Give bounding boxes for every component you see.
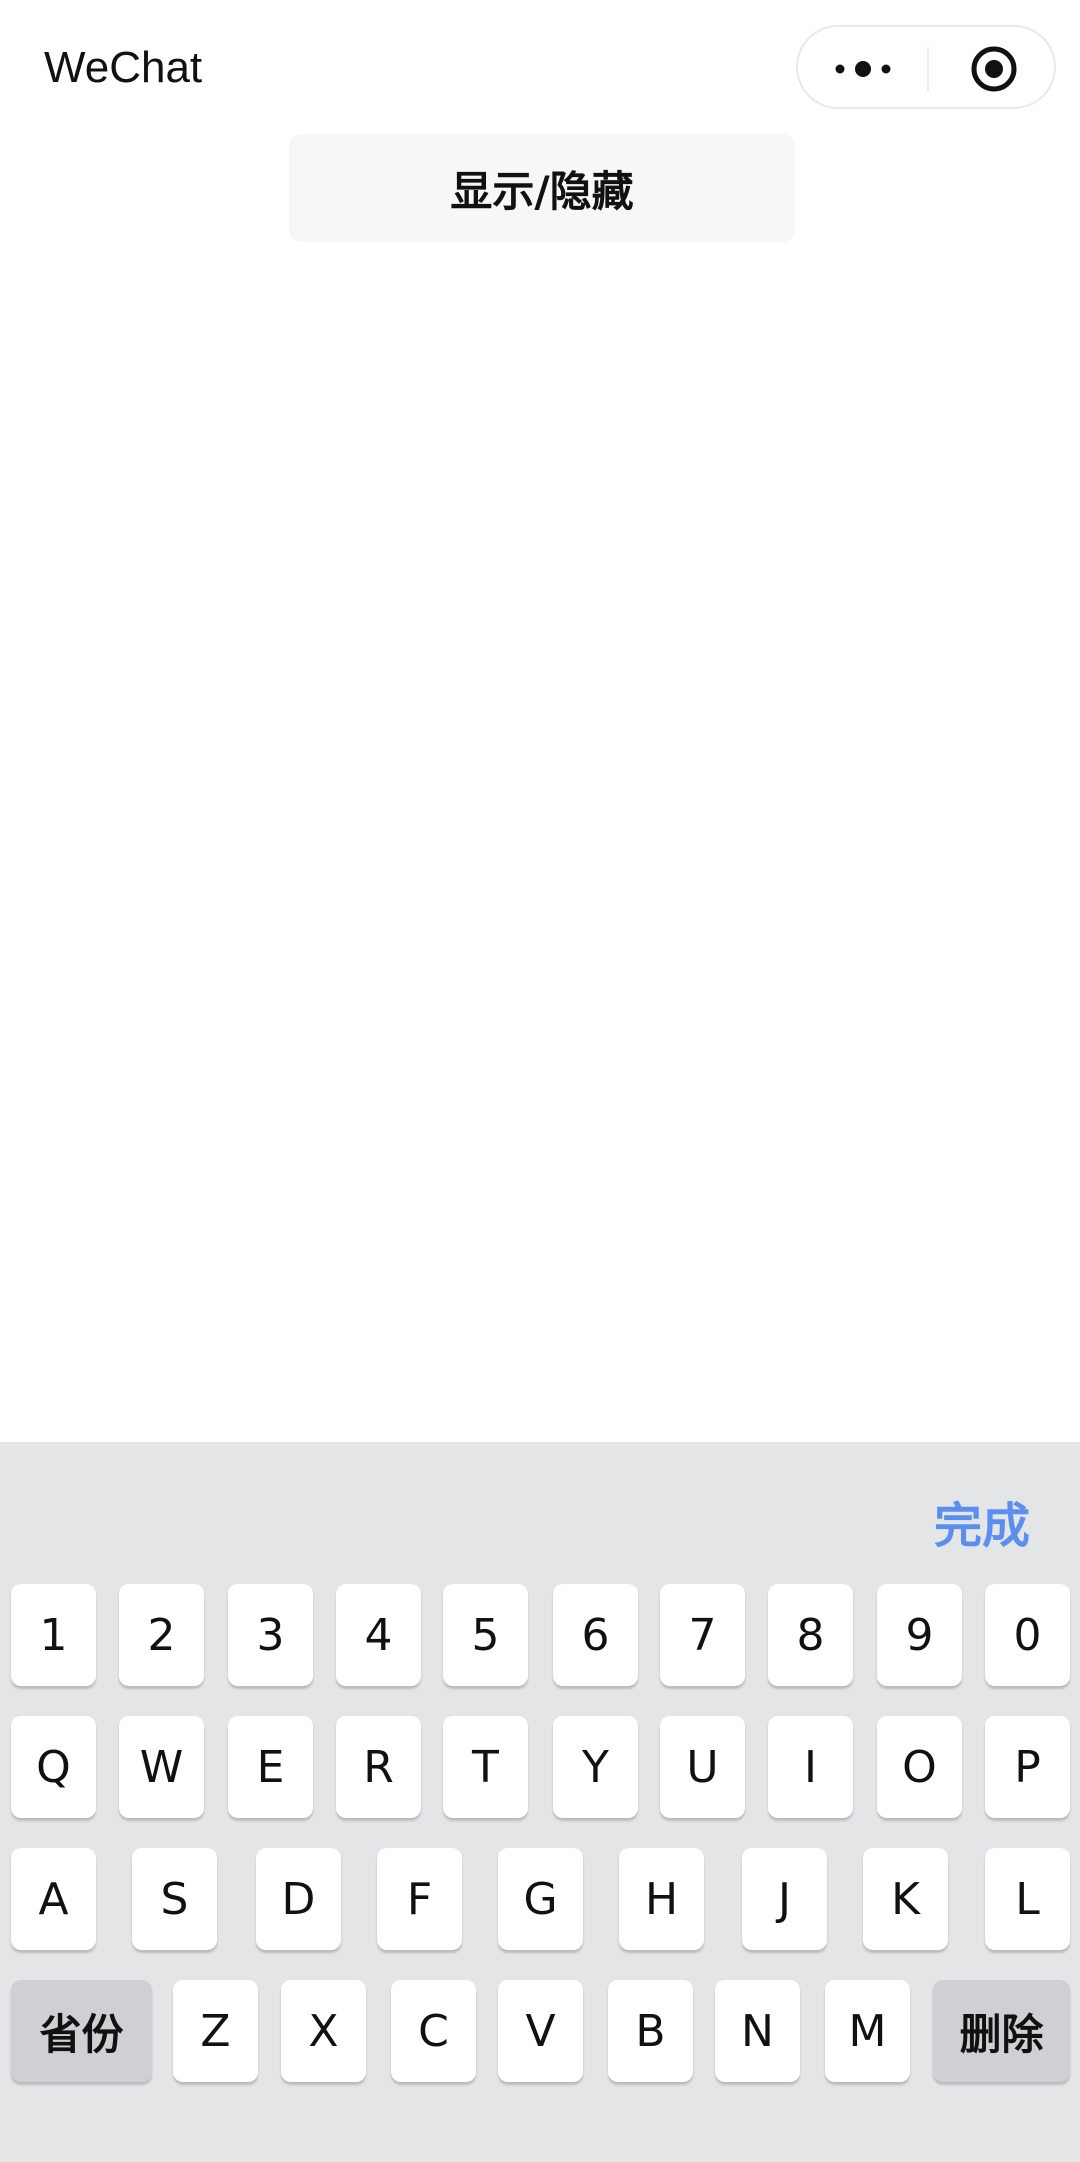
key[interactable]: Z [173, 1980, 258, 2082]
key[interactable]: C [391, 1980, 476, 2082]
plate-keyboard: 完成 1 2 3 4 5 6 7 8 9 0 Q W E R T Y U I O… [0, 1442, 1080, 2162]
key[interactable]: S [132, 1848, 217, 1950]
key[interactable]: Q [11, 1716, 96, 1818]
key[interactable]: G [498, 1848, 583, 1950]
key[interactable]: 1 [11, 1584, 96, 1686]
app-title: WeChat [44, 43, 203, 92]
key[interactable]: O [877, 1716, 962, 1818]
key[interactable]: E [228, 1716, 313, 1818]
key[interactable]: I [768, 1716, 853, 1818]
key[interactable]: 5 [443, 1584, 528, 1686]
key[interactable]: H [619, 1848, 704, 1950]
key[interactable]: 3 [228, 1584, 313, 1686]
key[interactable]: 6 [553, 1584, 638, 1686]
key[interactable]: B [608, 1980, 693, 2082]
mini-program-capsule [796, 25, 1056, 109]
key[interactable]: 9 [877, 1584, 962, 1686]
key[interactable]: 4 [336, 1584, 421, 1686]
key[interactable]: W [119, 1716, 204, 1818]
key[interactable]: 7 [660, 1584, 745, 1686]
key[interactable]: V [498, 1980, 583, 2082]
key[interactable]: A [11, 1848, 96, 1950]
key[interactable]: Y [553, 1716, 638, 1818]
target-circle-icon[interactable] [970, 45, 1018, 93]
key[interactable]: P [985, 1716, 1070, 1818]
delete-key[interactable]: 删除 [933, 1980, 1070, 2082]
key[interactable]: M [825, 1980, 910, 2082]
key[interactable]: L [985, 1848, 1070, 1950]
province-key[interactable]: 省份 [11, 1980, 152, 2082]
key[interactable]: F [377, 1848, 462, 1950]
key[interactable]: 8 [768, 1584, 853, 1686]
key[interactable]: X [281, 1980, 366, 2082]
key[interactable]: N [715, 1980, 800, 2082]
capsule-divider [927, 47, 929, 91]
key[interactable]: D [256, 1848, 341, 1950]
key[interactable]: R [336, 1716, 421, 1818]
key[interactable]: K [863, 1848, 948, 1950]
more-dots-icon[interactable] [830, 49, 896, 89]
key[interactable]: 2 [119, 1584, 204, 1686]
key[interactable]: T [443, 1716, 528, 1818]
key[interactable]: J [742, 1848, 827, 1950]
page: WeChat 显示/隐藏 完成 1 2 3 4 5 6 7 8 9 0 Q W … [0, 0, 1080, 2162]
key[interactable]: U [660, 1716, 745, 1818]
toggle-show-hide-button[interactable]: 显示/隐藏 [289, 134, 795, 242]
key[interactable]: 0 [985, 1584, 1070, 1686]
done-button[interactable]: 完成 [934, 1486, 1030, 1556]
